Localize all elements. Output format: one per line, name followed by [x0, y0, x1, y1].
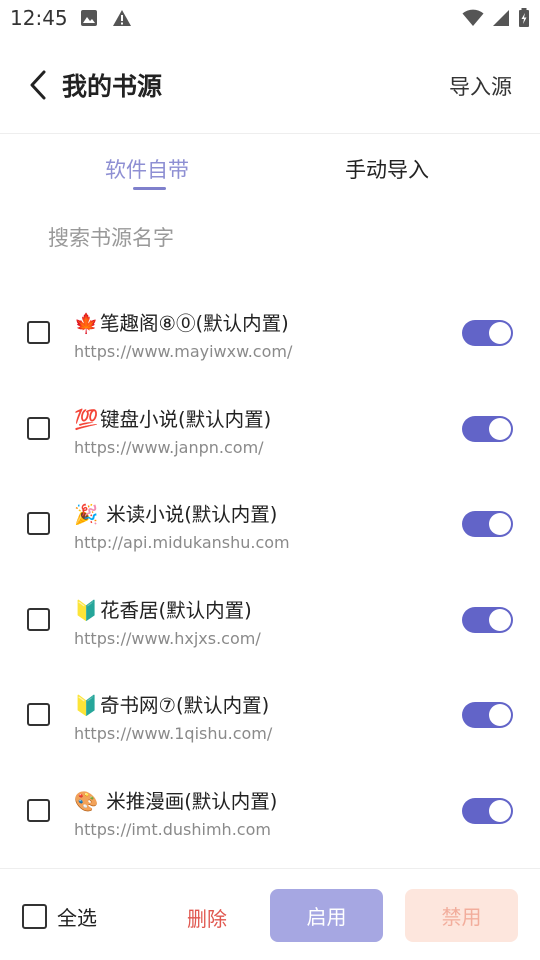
source-name-line: 🍁笔趣阁⑧⓪(默认内置) — [74, 307, 289, 336]
source-checkbox[interactable] — [27, 703, 50, 726]
hundred-points-icon: 💯 — [74, 407, 99, 431]
screen: 12:45 我的书源 导入源 软件自带 手动导入 搜索书源名字 🍁笔趣阁⑧⓪(默… — [0, 0, 540, 960]
source-name-line: 💯键盘小说(默认内置) — [74, 403, 271, 432]
tab-builtin[interactable]: 软件自带 — [105, 154, 189, 184]
toggle-knob — [489, 322, 511, 344]
source-url: https://www.janpn.com/ — [74, 437, 264, 457]
source-item[interactable]: 🍁笔趣阁⑧⓪(默认内置) https://www.mayiwxw.com/ — [0, 288, 540, 384]
search-input[interactable] — [48, 218, 508, 258]
source-name: 米推漫画(默认内置) — [100, 789, 278, 813]
beginner-symbol-icon: 🔰 — [74, 694, 99, 717]
source-checkbox[interactable] — [27, 798, 50, 822]
chevron-left-icon — [30, 70, 46, 100]
toggle-knob — [489, 417, 511, 440]
artist-palette-icon: 🎨 — [74, 789, 99, 813]
source-name: 奇书网⑦(默认内置) — [100, 694, 270, 717]
source-enable-toggle[interactable] — [462, 702, 513, 728]
tab-manual-import[interactable]: 手动导入 — [345, 154, 429, 184]
back-button[interactable] — [22, 66, 54, 104]
enable-button[interactable]: 启用 — [270, 889, 383, 942]
source-checkbox[interactable] — [27, 416, 50, 440]
source-url: https://www.hxjxs.com/ — [74, 628, 261, 648]
source-url: https://www.mayiwxw.com/ — [74, 342, 293, 361]
source-name: 键盘小说(默认内置) — [100, 407, 272, 431]
bottom-action-bar: 全选 删除 启用 禁用 — [0, 868, 540, 960]
disable-button[interactable]: 禁用 — [405, 889, 518, 942]
source-url: https://imt.dushimh.com — [74, 819, 271, 839]
wifi-icon — [462, 9, 484, 26]
beginner-symbol-icon: 🔰 — [74, 598, 99, 622]
source-name-line: 🔰花香居(默认内置) — [74, 594, 252, 623]
select-all-control[interactable]: 全选 — [22, 902, 97, 931]
select-all-label: 全选 — [57, 906, 97, 930]
battery-icon — [519, 8, 529, 27]
toggle-knob — [489, 608, 511, 631]
source-enable-toggle[interactable] — [462, 606, 513, 633]
source-enable-toggle[interactable] — [462, 320, 513, 346]
import-source-button[interactable]: 导入源 — [449, 71, 512, 101]
status-bar: 12:45 — [0, 0, 540, 38]
source-checkbox[interactable] — [27, 321, 50, 344]
source-name-line: 🔰奇书网⑦(默认内置) — [74, 689, 269, 718]
source-name-line: 🎨 米推漫画(默认内置) — [74, 785, 277, 814]
status-right-icons — [462, 8, 530, 28]
toggle-knob — [489, 513, 511, 535]
warning-icon — [113, 10, 131, 26]
source-item[interactable]: 🔰奇书网⑦(默认内置) https://www.1qishu.com/ — [0, 670, 540, 766]
source-url: https://www.1qishu.com/ — [74, 724, 273, 743]
status-time: 12:45 — [10, 6, 68, 30]
image-icon — [81, 10, 97, 26]
source-checkbox[interactable] — [27, 607, 50, 631]
select-all-checkbox[interactable] — [22, 904, 47, 929]
source-enable-toggle[interactable] — [462, 797, 513, 824]
source-name-line: 🎉 米读小说(默认内置) — [74, 498, 277, 527]
toggle-knob — [489, 799, 511, 822]
source-item[interactable]: 💯键盘小说(默认内置) https://www.janpn.com/ — [0, 384, 540, 480]
source-name: 笔趣阁⑧⓪(默认内置) — [100, 312, 289, 335]
source-enable-toggle[interactable] — [462, 511, 513, 537]
source-checkbox[interactable] — [27, 512, 50, 535]
toggle-knob — [489, 704, 511, 726]
delete-button[interactable]: 删除 — [187, 903, 227, 932]
source-name: 花香居(默认内置) — [100, 598, 252, 622]
tab-bar: 软件自带 手动导入 — [0, 135, 540, 199]
source-item[interactable]: 🔰花香居(默认内置) https://www.hxjxs.com/ — [0, 575, 540, 671]
source-enable-toggle[interactable] — [462, 415, 513, 442]
tab-active-indicator — [133, 187, 166, 190]
app-header: 我的书源 导入源 — [0, 38, 540, 134]
source-name: 米读小说(默认内置) — [100, 503, 278, 526]
source-list: 🍁笔趣阁⑧⓪(默认内置) https://www.mayiwxw.com/ 💯键… — [0, 288, 540, 861]
party-popper-icon: 🎉 — [74, 503, 99, 526]
source-url: http://api.midukanshu.com — [74, 533, 290, 552]
page-title: 我的书源 — [62, 72, 163, 101]
maple-leaf-icon: 🍁 — [74, 312, 99, 335]
source-item[interactable]: 🎨 米推漫画(默认内置) https://imt.dushimh.com — [0, 766, 540, 862]
signal-icon — [493, 10, 509, 26]
status-left-icons — [80, 9, 132, 27]
source-item[interactable]: 🎉 米读小说(默认内置) http://api.midukanshu.com — [0, 479, 540, 575]
